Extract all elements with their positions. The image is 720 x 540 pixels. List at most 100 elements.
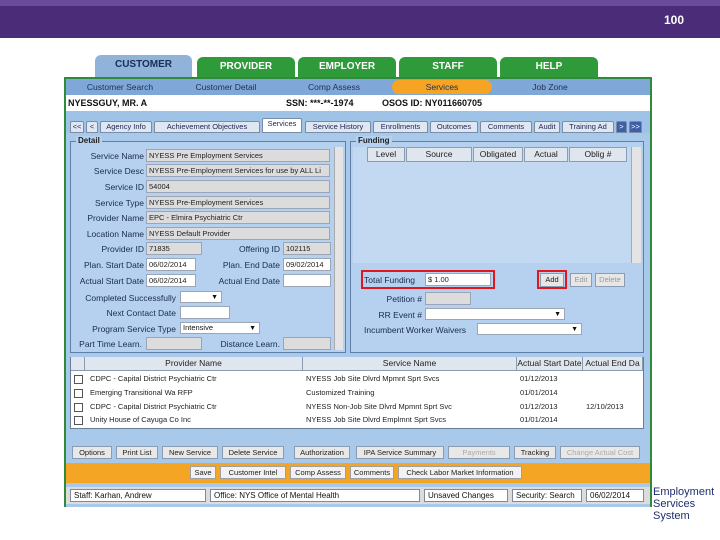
grid-provider-cell[interactable]: Unity House of Cayuga Co Inc — [90, 415, 300, 426]
program-service-type-select[interactable]: Intensive ▼ — [180, 322, 260, 334]
rr-event-select[interactable]: ▼ — [425, 308, 565, 320]
grid-col-actual-start[interactable]: Actual Start Date — [517, 357, 583, 371]
offering-id-field[interactable]: 102115 — [283, 242, 331, 255]
service-desc-field[interactable]: NYESS Pre-Employment Services for use by… — [146, 164, 330, 177]
tab-employer[interactable]: EMPLOYER — [298, 57, 396, 77]
row-checkbox[interactable] — [74, 389, 83, 398]
grid-provider-cell[interactable]: CDPC - Capital District Psychiatric Ctr — [90, 374, 300, 385]
subnav-comp-assess[interactable]: Comp Assess — [290, 80, 378, 94]
provider-id-label: Provider ID — [101, 244, 144, 254]
tab-comments[interactable]: Comments — [480, 121, 532, 133]
funding-add-button[interactable]: Add — [540, 273, 564, 287]
grid-service-cell[interactable]: NYESS Job Site Dlvrd Emplmnt Sprt Svcs — [306, 415, 516, 426]
tab-customer[interactable]: CUSTOMER — [95, 55, 192, 77]
delete-service-button[interactable]: Delete Service — [222, 446, 284, 459]
funding-delete-button[interactable]: Delete — [595, 273, 625, 287]
grid-end-cell[interactable] — [586, 388, 642, 399]
tracking-button[interactable]: Tracking — [514, 446, 556, 459]
service-name-field[interactable]: NYESS Pre Employment Services — [146, 149, 330, 162]
grid-provider-cell[interactable]: Emerging Transitional Wa RFP — [90, 388, 300, 399]
subnav-job-zone[interactable]: Job Zone — [505, 80, 595, 94]
provider-id-field[interactable]: 71835 — [146, 242, 202, 255]
nyess-logo: Employment Services System — [653, 486, 714, 522]
print-list-button[interactable]: Print List — [116, 446, 158, 459]
plan-end-field[interactable]: 09/02/2014 — [283, 258, 331, 271]
save-button[interactable]: Save — [190, 466, 216, 479]
tab-prev[interactable]: < — [86, 121, 98, 133]
tab-help[interactable]: HELP — [500, 57, 598, 77]
grid-col-provider-name[interactable]: Provider Name — [85, 357, 303, 371]
tab-enrollments[interactable]: Enrollments — [373, 121, 428, 133]
location-name-field[interactable]: NYESS Default Provider — [146, 227, 330, 240]
comp-assess-button[interactable]: Comp Assess — [290, 466, 346, 479]
service-id-field[interactable]: 54004 — [146, 180, 330, 193]
grid-service-cell[interactable]: NYESS Job Site Dlvrd Mpmnt Sprt Svcs — [306, 374, 516, 385]
row-checkbox[interactable] — [74, 416, 83, 425]
actual-start-field[interactable]: 06/02/2014 — [146, 274, 196, 287]
plan-start-field[interactable]: 06/02/2014 — [146, 258, 196, 271]
ipa-service-summary-button[interactable]: IPA Service Summary — [356, 446, 444, 459]
funding-edit-button[interactable]: Edit — [570, 273, 592, 287]
check-labor-market-button[interactable]: Check Labor Market Information — [398, 466, 522, 479]
customer-intel-button[interactable]: Customer Intel — [220, 466, 286, 479]
options-button[interactable]: Options — [72, 446, 112, 459]
provider-name-field[interactable]: EPC - Elmira Psychiatric Ctr — [146, 211, 330, 224]
tab-service-history[interactable]: Service History — [305, 121, 371, 133]
tab-services[interactable]: Services — [262, 118, 302, 133]
grid-service-cell[interactable]: Customized Training — [306, 388, 516, 399]
funding-title: Funding — [356, 136, 392, 145]
customer-info-bar: NYESSGUY, MR. A SSN: ***-**-1974 OSOS ID… — [66, 95, 650, 111]
grid-start-cell[interactable]: 01/01/2014 — [520, 388, 582, 399]
next-contact-field[interactable] — [180, 306, 230, 319]
row-checkbox[interactable] — [74, 375, 83, 384]
part-time-field[interactable] — [146, 337, 202, 350]
tab-first[interactable]: << — [70, 121, 84, 133]
grid-col-service-name[interactable]: Service Name — [303, 357, 517, 371]
tab-achievement-objectives[interactable]: Achievement Objectives — [154, 121, 260, 133]
grid-service-cell[interactable]: NYESS Non-Job Site Dlvrd Mpmnt Sprt Svc — [306, 402, 516, 413]
tab-next[interactable]: > — [616, 121, 627, 133]
service-type-field[interactable]: NYESS Pre-Employment Services — [146, 196, 330, 209]
plan-start-label: Plan. Start Date — [83, 260, 144, 270]
funding-table — [353, 147, 631, 263]
distance-field[interactable] — [283, 337, 331, 350]
grid-end-cell[interactable] — [586, 374, 642, 385]
detail-scrollbar[interactable] — [334, 147, 343, 350]
location-name-label: Location Name — [86, 229, 144, 239]
logo-line-2: Services System — [653, 498, 696, 522]
petition-field[interactable] — [425, 292, 471, 305]
next-contact-label: Next Contact Date — [106, 308, 176, 318]
tab-provider[interactable]: PROVIDER — [197, 57, 295, 77]
tab-training-ad[interactable]: Training Ad — [562, 121, 614, 133]
tab-outcomes[interactable]: Outcomes — [430, 121, 478, 133]
actual-start-label: Actual Start Date — [79, 276, 144, 286]
incumbent-select[interactable]: ▼ — [477, 323, 582, 335]
grid-end-cell[interactable]: 12/10/2013 — [586, 402, 642, 413]
change-actual-cost-button[interactable]: Change Actual Cost — [560, 446, 640, 459]
grid-start-cell[interactable]: 01/12/2013 — [520, 374, 582, 385]
tab-staff[interactable]: STAFF — [399, 57, 497, 77]
grid-col-actual-end[interactable]: Actual End Da — [583, 357, 643, 371]
authorization-button[interactable]: Authorization — [294, 446, 350, 459]
tab-agency-info[interactable]: Agency Info — [100, 121, 152, 133]
new-service-button[interactable]: New Service — [162, 446, 218, 459]
subnav-customer-detail[interactable]: Customer Detail — [178, 80, 274, 94]
funding-scrollbar[interactable] — [631, 147, 641, 263]
grid-end-cell[interactable] — [586, 415, 642, 426]
tab-last[interactable]: >> — [629, 121, 642, 133]
grid-provider-cell[interactable]: CDPC - Capital District Psychiatric Ctr — [90, 402, 300, 413]
actual-end-field[interactable] — [283, 274, 331, 287]
row-checkbox[interactable] — [74, 403, 83, 412]
completed-select[interactable]: ▼ — [180, 291, 222, 303]
subnav-services[interactable]: Services — [392, 80, 492, 94]
customer-name: NYESSGUY, MR. A — [68, 98, 148, 108]
payments-button[interactable]: Payments — [448, 446, 510, 459]
service-name-label: Service Name — [90, 151, 144, 161]
comments-button[interactable]: Comments — [350, 466, 394, 479]
subnav-customer-search[interactable]: Customer Search — [70, 80, 170, 94]
provider-name-label: Provider Name — [87, 213, 144, 223]
total-funding-field[interactable]: $ 1.00 — [425, 273, 491, 286]
grid-start-cell[interactable]: 01/01/2014 — [520, 415, 582, 426]
tab-audit[interactable]: Audit — [534, 121, 560, 133]
grid-start-cell[interactable]: 01/12/2013 — [520, 402, 582, 413]
